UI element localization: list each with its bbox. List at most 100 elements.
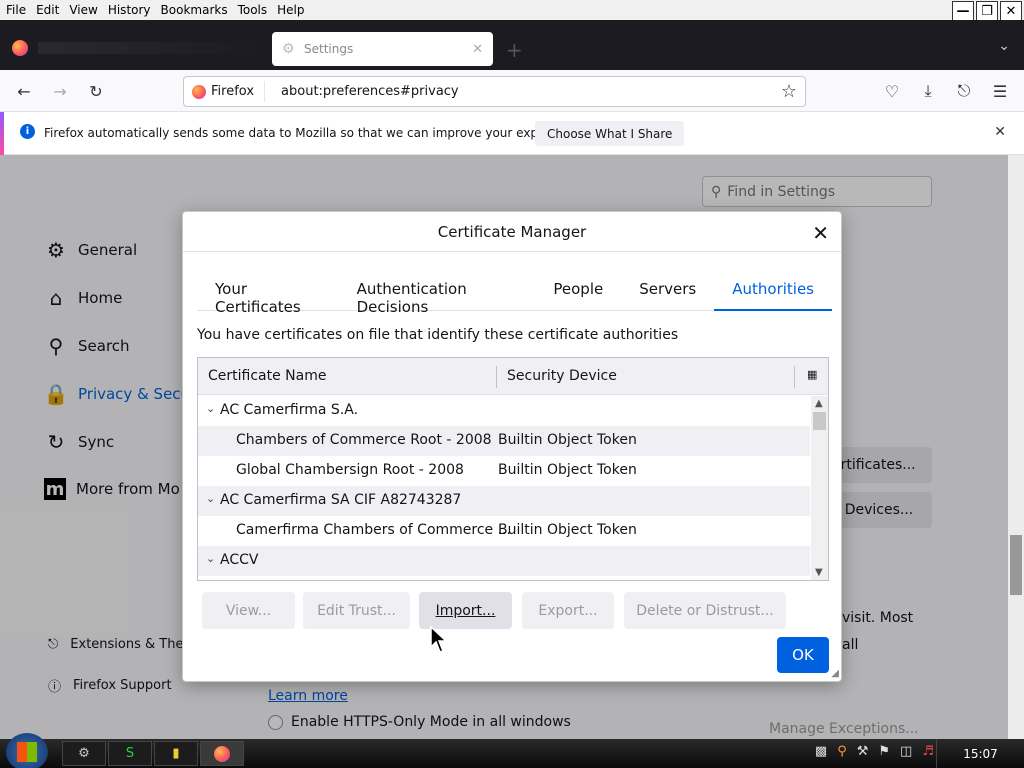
gear-icon: ⚙ [282,41,295,57]
menu-edit[interactable]: Edit [31,3,64,17]
tab-settings[interactable]: ⚙ Settings ✕ [272,32,493,66]
back-icon[interactable]: ← [13,80,35,102]
flag-icon[interactable]: ⚑ [878,744,890,759]
downloads-icon[interactable]: ⤓ [917,80,939,102]
menu-icon[interactable]: ☰ [989,80,1011,102]
tab-strip: ⚙ Settings ✕ + ⌄ [0,20,1024,70]
folder-icon[interactable]: ▮ [154,741,198,766]
close-notification-icon[interactable]: ✕ [994,124,1006,140]
menu-bookmarks[interactable]: Bookmarks [156,3,233,17]
taskbar: ⚙ S ▮ ▩ ⚲ ⚒ ⚑ ◫ ♬ 15:07 [0,733,1024,768]
dialog-title: Certificate Manager [183,212,841,252]
volume-icon[interactable]: ♬ [922,744,934,759]
row-device: Builtin Object Token [498,522,637,538]
firefox-icon [192,84,206,99]
page-scrollbar[interactable] [1008,155,1024,739]
reload-icon[interactable]: ↻ [85,80,107,102]
tab-your-certificates[interactable]: Your Certificates [197,272,339,316]
tree-group-row[interactable]: ⌄ ACCV [198,546,810,576]
import-button[interactable]: Import... [419,592,512,629]
tray-search-icon[interactable]: ⚲ [837,744,847,759]
tab-settings-label: Settings [304,42,354,56]
tab-authorities[interactable]: Authorities [714,272,832,311]
minimize-icon[interactable]: — [952,1,974,21]
tree-group-row[interactable]: ⌄ AC Camerfirma SA CIF A82743287 [198,486,810,516]
menu-history[interactable]: History [103,3,156,17]
menu-file[interactable]: File [0,3,31,17]
chevron-down-icon[interactable]: ⌄ [206,492,215,505]
menu-view[interactable]: View [64,3,102,17]
forward-icon[interactable]: → [49,80,71,102]
url-bar[interactable]: Firefox about:preferences#privacy ☆ [183,76,806,107]
row-name: AC Camerfirma SA CIF A82743287 [220,492,462,508]
row-device: Builtin Object Token [498,432,637,448]
list-all-tabs-icon[interactable]: ⌄ [998,38,1010,54]
menu-tools[interactable]: Tools [233,3,273,17]
dialog-tabs: Your Certificates Authentication Decisio… [197,272,832,316]
identity-label: Firefox [211,84,255,99]
tray-icon[interactable]: ▩ [815,744,827,759]
column-separator[interactable] [496,366,497,388]
export-button[interactable]: Export... [522,592,614,629]
row-name: Chambers of Commerce Root - 2008 [236,432,492,448]
delete-or-distrust-button[interactable]: Delete or Distrust... [624,592,786,629]
column-separator[interactable] [794,366,795,388]
resize-grip-icon[interactable]: ◢ [831,668,839,679]
firefox-taskbar-icon[interactable] [200,741,244,766]
tree-scrollbar-thumb[interactable] [813,412,826,430]
menu-help[interactable]: Help [272,3,309,17]
navigation-bar: ← → ↻ Firefox about:preferences#privacy … [0,70,1024,112]
dialog-description: You have certificates on file that ident… [197,327,679,343]
tree-scrollbar[interactable]: ▲ ▼ [811,396,828,580]
column-certificate-name[interactable]: Certificate Name [208,368,326,384]
new-tab-button[interactable]: + [506,38,523,62]
ok-button[interactable]: OK [777,637,829,673]
notification-accent [0,112,4,155]
tree-item-row[interactable]: Global Chambersign Root - 2008 Builtin O… [198,456,810,486]
firefox-logo-icon [12,40,28,56]
tree-item-row[interactable]: Chambers of Commerce Root - 2008 Builtin… [198,426,810,456]
tab-servers[interactable]: Servers [621,272,714,311]
taskbar-app-icon[interactable]: S [108,741,152,766]
system-tray: ▩ ⚲ ⚒ ⚑ ◫ ♬ [815,744,934,759]
view-button[interactable]: View... [202,592,295,629]
choose-what-i-share-button[interactable]: Choose What I Share [535,121,685,146]
pocket-icon[interactable]: ♡ [881,80,903,102]
certificate-tree[interactable]: Certificate Name Security Device ▦ ⌄ AC … [197,357,829,581]
window-controls: — ❐ ✕ [952,1,1022,21]
tab-authentication-decisions[interactable]: Authentication Decisions [339,272,536,316]
tray-icon[interactable]: ⚒ [857,744,869,759]
chevron-down-icon[interactable]: ⌄ [206,402,215,415]
extensions-icon[interactable]: ⎋ [953,80,975,102]
notification-message: Firefox automatically sends some data to… [44,126,587,140]
tree-item-row[interactable]: Camerfirma Chambers of Commerce ... Buil… [198,516,810,546]
url-text[interactable]: about:preferences#privacy [265,84,459,99]
scrollbar-thumb[interactable] [1010,535,1022,595]
network-icon[interactable]: ◫ [900,744,912,759]
row-name: ACCV [220,552,259,568]
chevron-down-icon[interactable]: ⌄ [206,552,215,565]
identity-box[interactable]: Firefox [184,81,266,102]
column-picker-icon[interactable]: ▦ [807,368,817,381]
column-security-device[interactable]: Security Device [507,368,617,384]
start-button[interactable] [6,733,48,768]
close-icon[interactable]: ✕ [812,221,829,245]
close-window-icon[interactable]: ✕ [1000,1,1022,21]
tree-header: Certificate Name Security Device ▦ [198,358,828,395]
bookmark-star-icon[interactable]: ☆ [781,81,797,102]
inactive-tab[interactable] [38,42,258,54]
row-name: AC Camerfirma S.A. [220,402,359,418]
tab-people[interactable]: People [535,272,621,311]
firefox-icon [214,745,230,762]
windows-logo-icon [17,742,37,762]
scroll-down-icon[interactable]: ▼ [815,567,823,578]
edit-trust-button[interactable]: Edit Trust... [303,592,410,629]
restore-icon[interactable]: ❐ [976,1,998,21]
taskbar-app-icon[interactable]: ⚙ [62,741,106,766]
close-tab-icon[interactable]: ✕ [472,42,483,57]
certificate-manager-dialog: Certificate Manager ✕ Your Certificates … [182,211,842,682]
scroll-up-icon[interactable]: ▲ [815,398,823,409]
tree-group-row[interactable]: ⌄ AC Camerfirma S.A. [198,396,810,426]
row-name: Camerfirma Chambers of Commerce ... [236,522,511,538]
clock[interactable]: 15:07 [936,739,1024,768]
